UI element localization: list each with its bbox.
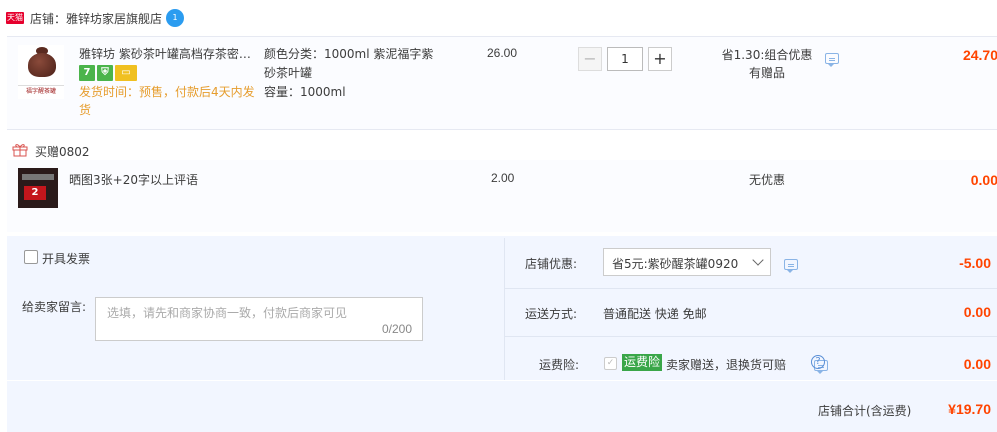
shop-name-link[interactable]: 店铺：雅锌坊家居旗舰店: [30, 10, 162, 27]
gift-subtotal: 0.00: [970, 172, 997, 188]
sku-color: 颜色分类：1000ml 紫泥福字紫砂茶叶罐: [264, 47, 434, 80]
chevron-down-icon: [752, 254, 764, 266]
item-sku-info: 颜色分类：1000ml 紫泥福字紫砂茶叶罐 容量：1000ml: [264, 45, 444, 102]
item-discount-info: 省1.30:组合优惠 有赠品: [712, 46, 822, 82]
shipping-fee: 0.00: [963, 304, 991, 320]
gift-discount-info: 无优惠: [748, 173, 785, 187]
invoice-checkbox[interactable]: [24, 250, 38, 264]
gift-item-row: 2 晒图3张+20字以上评语 2.00 无优惠 0.00: [7, 160, 997, 232]
invoice-label[interactable]: 开具发票: [42, 250, 90, 267]
seven-day-return-icon[interactable]: 7: [79, 65, 95, 81]
ship-time-notice: 发货时间：预售，付款后4天内发货: [79, 85, 255, 117]
insurance-description: 卖家赠送，退换货可赔: [666, 358, 787, 372]
gift-title-link[interactable]: 晒图3张+20字以上评语: [69, 171, 198, 188]
panel-divider: [504, 238, 505, 380]
shipping-method-value: 普通配送 快递 免邮: [603, 307, 707, 321]
shop-promo-select[interactable]: 省5元:紫砂醒茶罐0920: [603, 248, 771, 276]
shop-header: 天猫 店铺：雅锌坊家居旗舰店 1: [0, 0, 997, 36]
gift-box-icon: [12, 144, 28, 157]
gift-thumbnail[interactable]: 2: [18, 168, 58, 208]
gift-unit-price: 2.00: [491, 171, 515, 185]
promo-chat-icon[interactable]: [784, 259, 798, 273]
seller-message-textarea[interactable]: 选填，请先和商家协商一致，付款后商家可见 0/200: [95, 297, 423, 341]
shipping-method-label: 运送方式:: [525, 307, 578, 321]
tmall-logo-icon: 天猫: [6, 12, 24, 24]
shop-promo-selected: 省5元:紫砂醒茶罐0920: [612, 257, 739, 271]
wangwang-chat-icon[interactable]: 1: [166, 9, 184, 27]
thumbnail-caption: 福字醒茶罐: [18, 85, 64, 97]
item-subtotal: 24.70: [962, 47, 997, 63]
quantity-input[interactable]: 1: [607, 47, 643, 71]
quantity-decrease-button[interactable]: −: [578, 47, 602, 71]
item-title-link[interactable]: 雅锌坊 紫砂茶叶罐高档存茶密封罐: [79, 45, 257, 61]
gift-promo-name: 买赠0802: [35, 145, 90, 159]
message-placeholder: 选填，请先和商家协商一致，付款后商家可见: [107, 306, 348, 320]
shop-promo-label: 店铺优惠:: [525, 257, 578, 271]
discount-detail: 省1.30:组合优惠: [721, 48, 813, 62]
gift-included-note: 有赠品: [748, 66, 785, 80]
insurance-fee: 0.00: [963, 356, 991, 372]
item-service-badges: 7 ⛨ ▭: [79, 65, 139, 81]
quantity-increase-button[interactable]: +: [648, 47, 672, 71]
shipping-insurance-label: 运费险:: [539, 358, 580, 372]
shop-promo-amount: -5.00: [959, 255, 991, 271]
message-char-counter: 0/200: [381, 322, 412, 336]
insurance-checkbox[interactable]: ✓: [604, 357, 617, 370]
cart-item-row: 福字醒茶罐 雅锌坊 紫砂茶叶罐高档存茶密封罐 7 ⛨ ▭ 发货时间：预售，付款后4天…: [7, 36, 997, 130]
gift-thumb-label: 2: [24, 186, 46, 200]
total-divider: [7, 380, 997, 381]
seller-message-label: 给卖家留言:: [22, 300, 87, 314]
item-thumbnail[interactable]: 福字醒茶罐: [18, 45, 64, 99]
item-unit-price: 26.00: [487, 46, 518, 60]
row-divider: [505, 288, 997, 289]
insurance-tag: 运费险: [622, 354, 663, 371]
gift-thumb-stripe: [22, 174, 54, 180]
guarantee-shield-icon[interactable]: ⛨: [97, 65, 113, 81]
row-divider: [505, 336, 997, 337]
help-question-icon[interactable]: ?: [811, 355, 825, 369]
sku-capacity: 容量：1000ml: [264, 85, 346, 99]
shop-total-amount: ¥19.70: [948, 401, 991, 417]
discount-chat-icon[interactable]: [825, 53, 839, 67]
tea-jar-shape: [28, 53, 56, 77]
credit-card-icon[interactable]: ▭: [115, 65, 137, 81]
